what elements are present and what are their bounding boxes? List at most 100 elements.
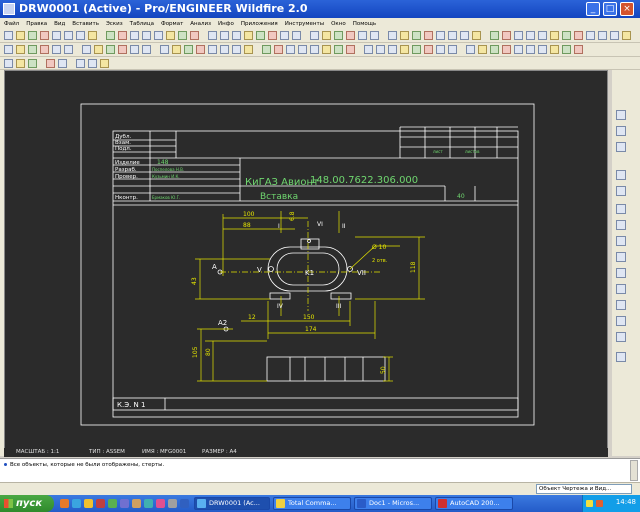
toolbar-button-icon[interactable] <box>28 59 37 68</box>
toolbar-button-icon[interactable] <box>346 31 355 40</box>
quicklaunch-icon[interactable] <box>60 499 69 508</box>
task-autocad[interactable]: AutoCAD 200... <box>435 497 513 510</box>
tool-note-icon[interactable] <box>616 110 626 120</box>
toolbar-button-icon[interactable] <box>574 31 583 40</box>
toolbar-button-icon[interactable] <box>142 45 151 54</box>
toolbar-button-icon[interactable] <box>400 45 409 54</box>
toolbar-button-icon[interactable] <box>118 45 127 54</box>
toolbar-button-icon[interactable] <box>244 31 253 40</box>
message-scrollbar[interactable] <box>630 460 638 481</box>
toolbar-button-icon[interactable] <box>610 31 619 40</box>
toolbar-button-icon[interactable] <box>40 45 49 54</box>
graphics-area[interactable]: Дубл. Взам. Подл. Изделие Разраб. Провер… <box>4 70 608 456</box>
toolbar-button-icon[interactable] <box>88 31 97 40</box>
toolbar-button-icon[interactable] <box>196 45 205 54</box>
toolbar-button-icon[interactable] <box>364 45 373 54</box>
toolbar-button-icon[interactable] <box>40 31 49 40</box>
toolbar-button-icon[interactable] <box>154 31 163 40</box>
toolbar-button-icon[interactable] <box>502 45 511 54</box>
quicklaunch-icon[interactable] <box>84 499 93 508</box>
toolbar-button-icon[interactable] <box>562 45 571 54</box>
quicklaunch-icon[interactable] <box>108 499 117 508</box>
toolbar-button-icon[interactable] <box>436 45 445 54</box>
toolbar-button-icon[interactable] <box>472 31 481 40</box>
toolbar-button-icon[interactable] <box>538 45 547 54</box>
quicklaunch-icon[interactable] <box>72 499 81 508</box>
toolbar-button-icon[interactable] <box>4 45 13 54</box>
toolbar-button-icon[interactable] <box>310 45 319 54</box>
toolbar-button-icon[interactable] <box>424 45 433 54</box>
toolbar-button-icon[interactable] <box>622 31 631 40</box>
toolbar-button-icon[interactable] <box>16 31 25 40</box>
menu-sketch[interactable]: Эскиз <box>106 21 123 27</box>
tray-icon[interactable] <box>596 500 603 507</box>
toolbar-button-icon[interactable] <box>448 31 457 40</box>
tool-point-icon[interactable] <box>616 284 626 294</box>
toolbar-button-icon[interactable] <box>64 31 73 40</box>
toolbar-button-icon[interactable] <box>400 31 409 40</box>
toolbar-button-icon[interactable] <box>160 45 169 54</box>
tool-dimension-icon[interactable] <box>616 126 626 136</box>
tool-hatch-icon[interactable] <box>616 352 626 362</box>
quicklaunch-icon[interactable] <box>144 499 153 508</box>
toolbar-button-icon[interactable] <box>412 45 421 54</box>
toolbar-button-icon[interactable] <box>502 31 511 40</box>
toolbar-button-icon[interactable] <box>256 31 265 40</box>
toolbar-button-icon[interactable] <box>526 31 535 40</box>
menu-view[interactable]: Вид <box>54 21 65 27</box>
toolbar-button-icon[interactable] <box>346 45 355 54</box>
toolbar-button-icon[interactable] <box>16 45 25 54</box>
toolbar-button-icon[interactable] <box>514 45 523 54</box>
toolbar-button-icon[interactable] <box>118 31 127 40</box>
toolbar-button-icon[interactable] <box>178 31 187 40</box>
toolbar-button-icon[interactable] <box>130 45 139 54</box>
tool-fillet-icon[interactable] <box>616 268 626 278</box>
toolbar-button-icon[interactable] <box>4 31 13 40</box>
toolbar-button-icon[interactable] <box>100 59 109 68</box>
toolbar-button-icon[interactable] <box>526 45 535 54</box>
toolbar-button-icon[interactable] <box>424 31 433 40</box>
toolbar-button-icon[interactable] <box>76 59 85 68</box>
quicklaunch-icon[interactable] <box>168 499 177 508</box>
toolbar-button-icon[interactable] <box>550 31 559 40</box>
toolbar-button-icon[interactable] <box>412 31 421 40</box>
toolbar-button-icon[interactable] <box>190 31 199 40</box>
menu-help[interactable]: Помощь <box>353 21 376 27</box>
tool-offset-icon[interactable] <box>616 316 626 326</box>
tool-symbol-icon[interactable] <box>616 170 626 180</box>
toolbar-button-icon[interactable] <box>292 31 301 40</box>
toolbar-button-icon[interactable] <box>574 45 583 54</box>
toolbar-button-icon[interactable] <box>286 45 295 54</box>
tool-datum-icon[interactable] <box>616 186 626 196</box>
toolbar-button-icon[interactable] <box>436 31 445 40</box>
minimize-button[interactable]: _ <box>586 2 600 16</box>
toolbar-button-icon[interactable] <box>220 31 229 40</box>
toolbar-button-icon[interactable] <box>232 45 241 54</box>
tool-arc-icon[interactable] <box>616 252 626 262</box>
menu-analysis[interactable]: Анализ <box>190 21 211 27</box>
menu-tools[interactable]: Инструменты <box>285 21 324 27</box>
toolbar-button-icon[interactable] <box>274 45 283 54</box>
toolbar-button-icon[interactable] <box>268 31 277 40</box>
toolbar-button-icon[interactable] <box>142 31 151 40</box>
toolbar-button-icon[interactable] <box>184 45 193 54</box>
tool-trim-icon[interactable] <box>616 332 626 342</box>
toolbar-button-icon[interactable] <box>460 31 469 40</box>
menu-table[interactable]: Таблица <box>130 21 154 27</box>
toolbar-button-icon[interactable] <box>208 31 217 40</box>
selection-filter-dropdown[interactable]: Объект Чертежа и Вид... <box>536 484 632 494</box>
toolbar-button-icon[interactable] <box>376 45 385 54</box>
close-button[interactable]: × <box>620 2 634 16</box>
quicklaunch-icon[interactable] <box>132 499 141 508</box>
task-proe[interactable]: DRW0001 (Ac... <box>194 497 270 510</box>
quicklaunch-icon[interactable] <box>180 499 189 508</box>
toolbar-button-icon[interactable] <box>562 31 571 40</box>
menu-insert[interactable]: Вставить <box>72 21 99 27</box>
start-button[interactable]: пуск <box>0 495 54 512</box>
menu-applications[interactable]: Приложения <box>241 21 278 27</box>
menu-info[interactable]: Инфо <box>218 21 234 27</box>
toolbar-button-icon[interactable] <box>322 45 331 54</box>
toolbar-button-icon[interactable] <box>550 45 559 54</box>
toolbar-button-icon[interactable] <box>232 31 241 40</box>
toolbar-button-icon[interactable] <box>244 45 253 54</box>
